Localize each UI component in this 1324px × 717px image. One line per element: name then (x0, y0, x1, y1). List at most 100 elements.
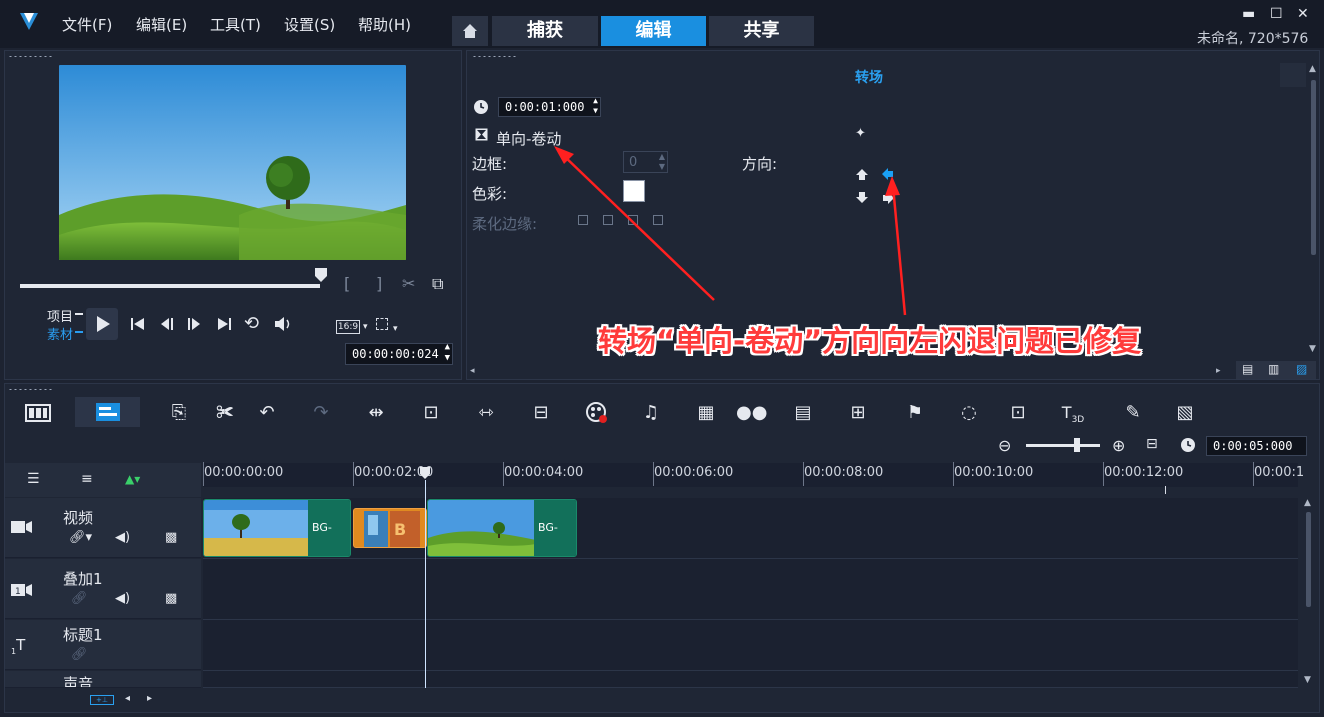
video-clip[interactable]: BG-B02 (427, 499, 577, 557)
chapter-marker-icon[interactable]: ▲▾ (125, 472, 140, 486)
layout-1-icon[interactable]: ▤ (1242, 362, 1253, 376)
screen-record-icon[interactable]: ▧ (1172, 400, 1198, 426)
trim-icon[interactable]: ⊟ (528, 400, 554, 426)
scrub-handle-icon[interactable] (314, 267, 328, 283)
zoom-in-icon[interactable]: ⊕ (1112, 436, 1125, 455)
timeline-scroll-left-icon[interactable]: ◂ (125, 693, 130, 704)
panel-grip[interactable] (472, 55, 517, 58)
aspect-ratio-button[interactable]: 16:9 (336, 320, 360, 334)
zoom-out-icon[interactable]: ⊖ (998, 436, 1011, 455)
tab-edit[interactable]: 编辑 (601, 16, 706, 46)
track-zoom-icon[interactable]: +⊥ (90, 695, 114, 705)
menu-help[interactable]: 帮助(H) (358, 14, 411, 35)
end-icon[interactable] (216, 316, 232, 332)
storyboard-view-icon[interactable] (24, 400, 52, 426)
audio-mixer-icon[interactable]: ♫ (638, 400, 664, 426)
film-icon[interactable]: ▦ (693, 400, 719, 426)
fit-icon[interactable]: ⇹ (363, 400, 389, 426)
timeline-scrollbar[interactable]: ▲ ▼ (1303, 498, 1315, 688)
video-clip[interactable]: BG-B01 (203, 499, 351, 557)
duration-field[interactable]: 0:00:01:000 ▲ ▼ (498, 96, 601, 117)
redo-icon[interactable]: ↷ (308, 400, 334, 426)
link-icon[interactable]: 🔗︎ (71, 647, 88, 662)
ripple-edit-icon[interactable]: ▩ (165, 591, 177, 606)
repeat-icon[interactable]: ⟲ (244, 313, 259, 334)
record-icon[interactable] (584, 400, 610, 426)
playback-progress-bar[interactable] (20, 284, 320, 288)
zoom-slider-thumb[interactable] (1074, 438, 1080, 452)
volume-icon[interactable] (273, 315, 293, 333)
tab-capture[interactable]: 捕获 (492, 16, 598, 46)
scroll-right-icon[interactable]: ▸ (1216, 366, 1221, 376)
title-track[interactable] (203, 620, 1298, 671)
add-media-icon[interactable]: ⎘ (166, 400, 192, 426)
maximize-button[interactable]: ☐ (1270, 6, 1283, 22)
menu-settings[interactable]: 设置(S) (284, 14, 335, 35)
split-icon[interactable]: ⇿ (473, 400, 499, 426)
menu-file[interactable]: 文件(F) (62, 14, 112, 35)
scroll-up-icon[interactable]: ▲ (1304, 498, 1311, 508)
next-frame-icon[interactable] (186, 316, 202, 332)
timeline-scroll-right-icon[interactable]: ▸ (147, 693, 152, 704)
tab-home[interactable] (452, 16, 488, 46)
mark-in-button[interactable]: [ (344, 274, 350, 293)
mark-out-button[interactable]: ] (376, 274, 382, 293)
mode-project-label[interactable]: 项目 (47, 306, 73, 325)
overlay-track-header[interactable]: 1 叠加1 🔗︎ ◀︎) ▩ (5, 559, 201, 619)
track-manager-icon[interactable]: ☰ (27, 471, 40, 487)
motion-icon[interactable]: ⚑ (902, 400, 928, 426)
enlarge-preview-icon[interactable]: ⧉ (432, 274, 443, 294)
subtitle-icon[interactable]: ▤ (790, 400, 816, 426)
panel-grip[interactable] (8, 388, 53, 391)
menu-tools[interactable]: 工具(T) (210, 14, 261, 35)
panel-grip[interactable] (8, 55, 53, 58)
split-screen-icon[interactable]: ⊞ (845, 400, 871, 426)
fit-timeline-icon[interactable]: ⊟ (1146, 436, 1158, 452)
paint-icon[interactable]: ✎ (1120, 400, 1146, 426)
scroll-down-icon[interactable]: ▼ (1309, 344, 1316, 354)
zoom-slider[interactable] (1026, 444, 1100, 447)
layout-2-icon[interactable]: ▥ (1268, 362, 1279, 376)
playhead-handle-icon[interactable] (419, 466, 431, 480)
ripple-edit-icon[interactable]: ▩ (165, 530, 177, 545)
undo-icon[interactable]: ↶ (254, 400, 280, 426)
scroll-left-icon[interactable]: ◂ (470, 366, 475, 376)
crop-icon[interactable] (376, 318, 388, 330)
direction-random-icon[interactable]: ✦ (855, 126, 866, 141)
close-button[interactable]: ✕ (1297, 6, 1309, 22)
scroll-thumb[interactable] (1306, 512, 1311, 607)
link-icon[interactable]: 🔗︎▾ (69, 530, 92, 545)
overlay-track[interactable] (203, 559, 1298, 620)
video-track-header[interactable]: 视频 🔗︎▾ ◀︎) ▩ (5, 498, 201, 558)
playhead-line[interactable] (425, 480, 426, 688)
timeline-view-button[interactable] (75, 397, 140, 427)
multicam-icon[interactable]: ●● (736, 400, 767, 426)
home-start-icon[interactable] (130, 316, 146, 332)
track-volume-icon[interactable]: ◀︎) (115, 530, 130, 545)
track-volume-icon[interactable]: ◀︎) (115, 591, 130, 606)
mask-icon[interactable]: ◌ (956, 400, 982, 426)
play-button[interactable] (86, 308, 118, 340)
project-duration-field[interactable]: 0:00:05:000 (1206, 436, 1307, 456)
tools-icon[interactable]: ✀ (212, 400, 238, 426)
scale-icon[interactable]: ⊡ (418, 400, 444, 426)
tab-share[interactable]: 共享 (709, 16, 814, 46)
scroll-down-icon[interactable]: ▼ (1304, 675, 1311, 685)
duration-spinner-icon[interactable]: ▲ ▼ (593, 96, 598, 116)
mode-clip-label[interactable]: 素材 (47, 324, 73, 343)
menu-edit[interactable]: 编辑(E) (136, 14, 187, 35)
title-track-header[interactable]: 1T 标题1 🔗︎ (5, 620, 201, 670)
crop-dropdown-icon[interactable]: ▾ (393, 324, 398, 334)
player-timecode[interactable]: 00:00:00:024 ▲ ▼ (345, 342, 453, 365)
timecode-spinner-icon[interactable]: ▲ ▼ (445, 342, 450, 364)
aspect-dropdown-icon[interactable]: ▾ (363, 322, 368, 332)
options-scrollbar[interactable]: ▲ ▼ (1309, 64, 1318, 354)
layout-3-icon[interactable]: ▨ (1296, 362, 1307, 376)
audio-track[interactable] (203, 671, 1298, 688)
scroll-up-icon[interactable]: ▲ (1309, 64, 1316, 74)
crop-tool-icon[interactable]: ⊡ (1005, 400, 1031, 426)
audio-track-header[interactable]: 声音 (5, 671, 201, 688)
scroll-thumb[interactable] (1311, 80, 1316, 255)
transition-clip[interactable]: B (353, 508, 427, 548)
scissors-icon[interactable]: ✂ (402, 274, 415, 293)
